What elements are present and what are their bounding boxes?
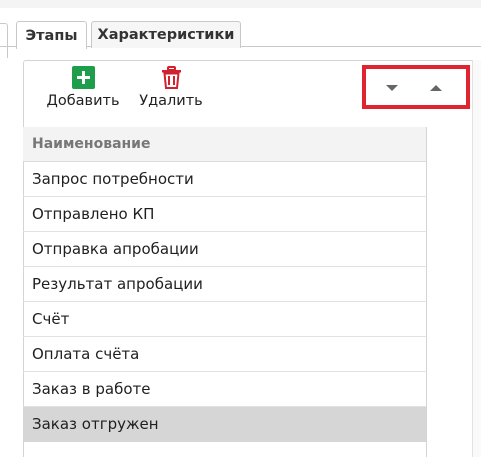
add-button[interactable]: Добавить: [44, 66, 122, 116]
stages-table: Наименование Запрос потребности Отправлен…: [23, 127, 427, 457]
delete-button[interactable]: Удалить: [136, 66, 206, 116]
table-row[interactable]: Счёт: [23, 302, 426, 337]
table-row[interactable]: Заказ отгружен: [23, 407, 426, 442]
table-row[interactable]: Отправлено КП: [23, 197, 426, 232]
top-band: [0, 0, 481, 8]
table-row[interactable]: Запрос потребности: [23, 162, 426, 197]
column-header-name[interactable]: Наименование: [23, 127, 426, 162]
delete-button-label: Удалить: [139, 93, 203, 109]
tab-stages[interactable]: Этапы: [16, 21, 87, 49]
caret-down-icon[interactable]: [385, 83, 399, 93]
tab-characteristics[interactable]: Характеристики: [91, 21, 241, 48]
trash-icon: [161, 66, 181, 89]
side-rail: [472, 60, 481, 457]
stages-editor: Этапы Характеристики Добавить Удалить На…: [0, 0, 481, 457]
plus-icon: [71, 66, 95, 89]
caret-up-icon[interactable]: [429, 83, 443, 93]
table-row[interactable]: Результат апробации: [23, 267, 426, 302]
table-row[interactable]: Отправка апробации: [23, 232, 426, 267]
table-row[interactable]: Оплата счёта: [23, 337, 426, 372]
table-body: Запрос потребности Отправлено КП Отправка …: [23, 162, 426, 442]
reorder-highlight-box: [362, 65, 470, 109]
add-button-label: Добавить: [46, 93, 120, 109]
table-row[interactable]: Заказ в работе: [23, 372, 426, 407]
